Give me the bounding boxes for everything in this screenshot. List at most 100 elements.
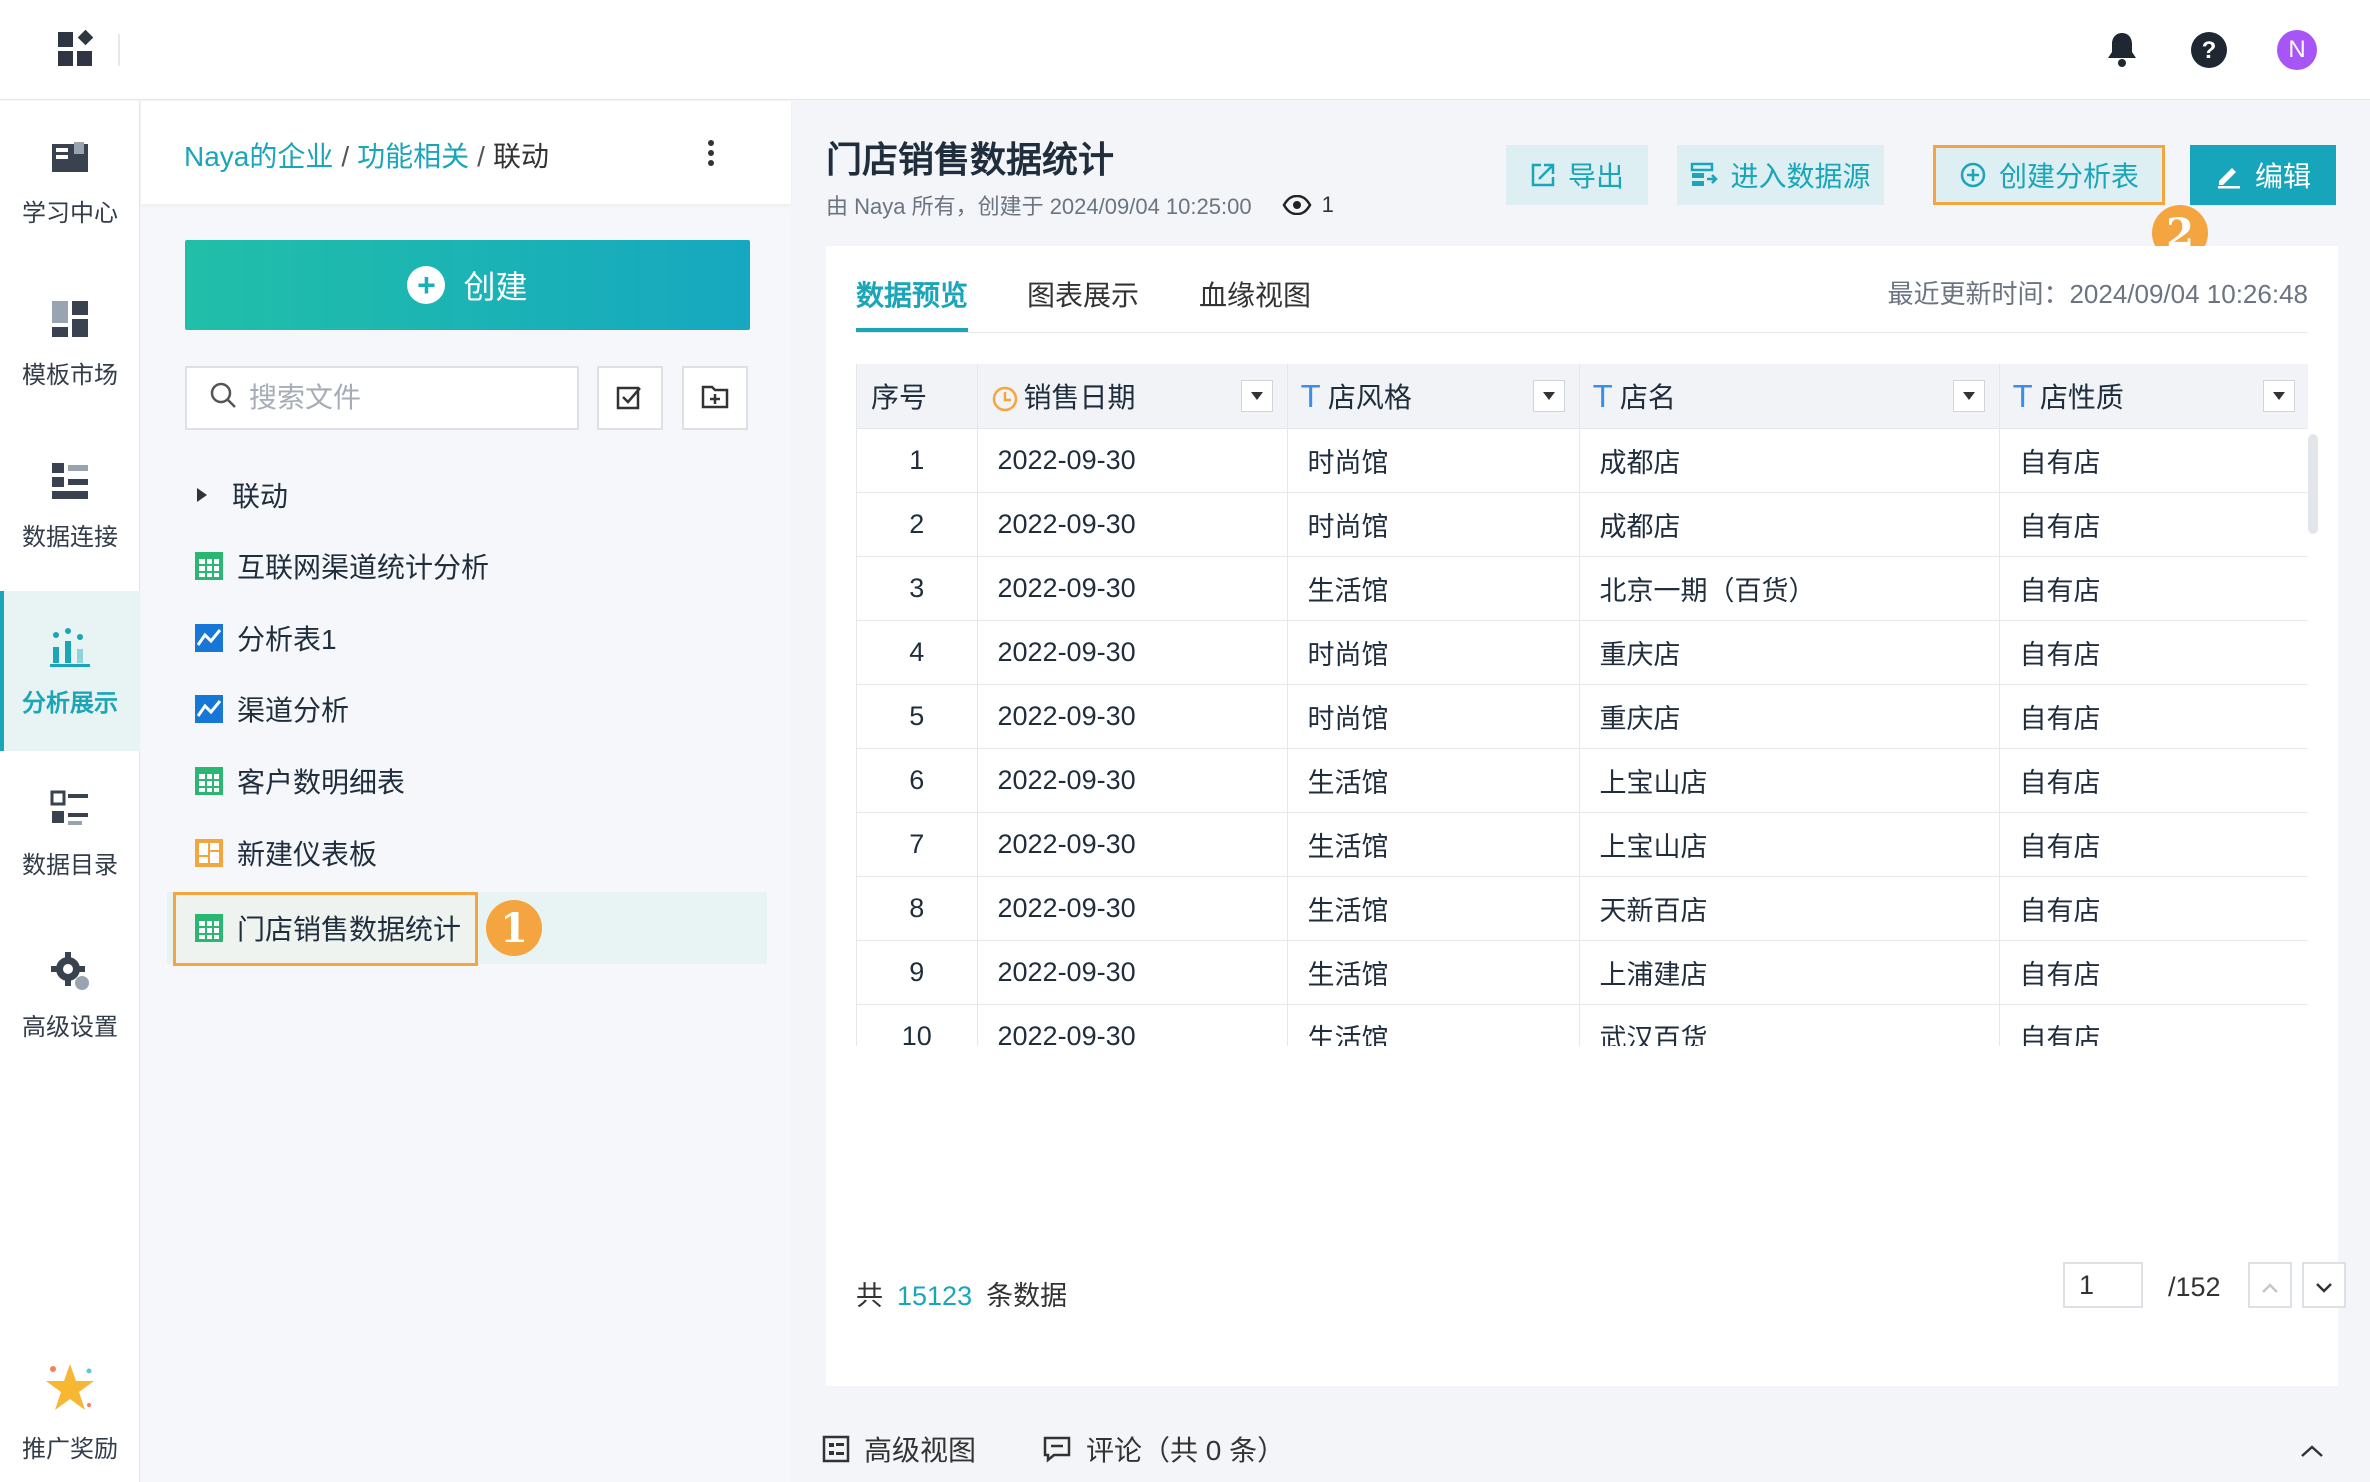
tree-item[interactable]: 渠道分析 — [141, 677, 791, 741]
nav-promotion-rewards[interactable]: 推广奖励 — [0, 1337, 140, 1482]
page-down-button[interactable] — [2302, 1262, 2346, 1308]
table-cell: 3 — [857, 556, 978, 621]
page-number-input[interactable] — [2063, 1262, 2143, 1308]
breadcrumb-org-link[interactable]: Naya的企业 — [184, 141, 333, 172]
nav-template-market[interactable]: 模板市场 — [0, 263, 140, 423]
table-row[interactable]: 10 2022-09-30 生活馆 武汉百货 自有店 — [857, 1004, 2308, 1046]
table-icon — [193, 765, 225, 797]
tab-data-preview[interactable]: 数据预览 — [856, 274, 968, 314]
caret-down-icon[interactable] — [1240, 380, 1273, 412]
eye-icon — [1282, 195, 1312, 215]
table-cell: 时尚馆 — [1287, 428, 1580, 493]
enter-datasource-button[interactable]: 进入数据源 — [1677, 145, 1884, 205]
chevron-up-icon — [2300, 1433, 2324, 1465]
nav-analysis-display[interactable]: 分析展示 — [0, 591, 140, 751]
main-content: 门店销售数据统计 由 Naya 所有，创建于 2024/09/04 10:25:… — [792, 101, 2370, 1482]
table-cell: 自有店 — [1999, 940, 2308, 1005]
advanced-view-icon — [822, 1435, 850, 1463]
help-icon[interactable]: ? — [2187, 28, 2231, 72]
vertical-scrollbar[interactable] — [2308, 434, 2318, 534]
tab-chart-display[interactable]: 图表展示 — [1027, 274, 1139, 314]
table-row[interactable]: 5 2022-09-30 时尚馆 重庆店 自有店 — [857, 684, 2308, 749]
table-cell: 生活馆 — [1287, 876, 1580, 941]
nav-advanced-settings[interactable]: 高级设置 — [0, 915, 140, 1075]
advanced-view-button[interactable]: 高级视图 — [822, 1429, 976, 1469]
create-button[interactable]: + 创建 — [185, 240, 750, 330]
nav-data-connection[interactable]: 数据连接 — [0, 425, 140, 585]
batch-select-button[interactable] — [597, 366, 663, 430]
table-cell: 自有店 — [1999, 1004, 2308, 1046]
text-type-icon: T — [2013, 379, 2032, 415]
table-row[interactable]: 9 2022-09-30 生活馆 上浦建店 自有店 — [857, 940, 2308, 1005]
tree-item[interactable]: 新建仪表板 — [141, 821, 791, 885]
dashboard-icon — [193, 837, 225, 869]
line-chart-icon — [193, 693, 225, 725]
tree-item-selected[interactable]: 门店销售数据统计 — [141, 896, 791, 960]
date-type-icon — [992, 386, 1018, 412]
page-total: /152 — [2168, 1272, 2221, 1302]
caret-down-icon[interactable] — [1952, 380, 1985, 412]
caret-down-icon[interactable] — [1532, 380, 1565, 412]
caret-down-icon[interactable] — [2262, 380, 2295, 412]
table-cell: 2022-09-30 — [977, 876, 1288, 941]
table-row[interactable]: 3 2022-09-30 生活馆 北京一期（百货） 自有店 — [857, 556, 2308, 621]
data-table: 序号 销售日期 T 店风格 T 店名 T 店性质 1 2022-09-30 时尚… — [857, 364, 2308, 1046]
last-updated-text: 最近更新时间：2024/09/04 10:26:48 — [1887, 279, 2308, 309]
catalog-icon — [48, 787, 92, 831]
table-cell: 成都店 — [1579, 492, 2000, 557]
comment-icon — [1042, 1435, 1072, 1463]
chevron-down-icon — [2315, 1270, 2333, 1301]
table-row[interactable]: 8 2022-09-30 生活馆 天新百店 自有店 — [857, 876, 2308, 941]
export-button[interactable]: 导出 — [1506, 145, 1648, 205]
table-row[interactable]: 7 2022-09-30 生活馆 上宝山店 自有店 — [857, 812, 2308, 877]
collapse-button[interactable] — [2300, 1433, 2324, 1465]
tree-item[interactable]: 互联网渠道统计分析 — [141, 534, 791, 598]
table-row[interactable]: 1 2022-09-30 时尚馆 成都店 自有店 — [857, 428, 2308, 493]
table-cell: 2022-09-30 — [977, 492, 1288, 557]
tree-item[interactable]: 客户数明细表 — [141, 749, 791, 813]
table-cell: 2022-09-30 — [977, 556, 1288, 621]
app-grid-icon[interactable] — [56, 29, 96, 70]
data-table-container[interactable]: 序号 销售日期 T 店风格 T 店名 T 店性质 1 2022-09-30 时尚… — [856, 364, 2308, 1046]
new-folder-button[interactable] — [682, 366, 748, 430]
table-cell: 生活馆 — [1287, 940, 1580, 1005]
breadcrumb-folder-link[interactable]: 功能相关 — [357, 141, 469, 172]
comments-button[interactable]: 评论（共 0 条） — [1042, 1429, 1285, 1469]
create-analysis-button[interactable]: 创建分析表 — [1933, 145, 2165, 205]
breadcrumb-current: 联动 — [492, 141, 549, 172]
nav-learning-center[interactable]: 学习中心 — [0, 101, 140, 261]
table-row[interactable]: 2 2022-09-30 时尚馆 成都店 自有店 — [857, 492, 2308, 557]
header-cell: T 店风格 — [1287, 364, 1580, 429]
page-up-button[interactable] — [2248, 1262, 2292, 1308]
tree-folder-item[interactable]: 联动 — [141, 463, 791, 527]
header-cell: T 店性质 — [1999, 364, 2308, 429]
table-cell: 上宝山店 — [1579, 812, 2000, 877]
more-vertical-icon[interactable] — [696, 135, 726, 171]
bottom-bar: 高级视图 评论（共 0 条） — [792, 1416, 2370, 1482]
table-row[interactable]: 4 2022-09-30 时尚馆 重庆店 自有店 — [857, 620, 2308, 685]
file-panel-header: Naya的企业 / 功能相关 / 联动 — [141, 101, 791, 204]
tab-divider — [856, 332, 2308, 333]
table-cell: 4 — [857, 620, 978, 685]
table-row[interactable]: 6 2022-09-30 生活馆 上宝山店 自有店 — [857, 748, 2308, 813]
table-cell: 重庆店 — [1579, 684, 2000, 749]
avatar[interactable]: N — [2277, 30, 2317, 70]
table-cell: 自有店 — [1999, 876, 2308, 941]
table-cell: 自有店 — [1999, 812, 2308, 877]
table-cell: 时尚馆 — [1287, 492, 1580, 557]
table-cell: 时尚馆 — [1287, 684, 1580, 749]
tab-lineage-view[interactable]: 血缘视图 — [1199, 274, 1311, 314]
nav-data-catalog[interactable]: 数据目录 — [0, 753, 140, 913]
tree-item[interactable]: 分析表1 — [141, 606, 791, 670]
page-meta: 由 Naya 所有，创建于 2024/09/04 10:25:00 1 — [826, 189, 1334, 221]
breadcrumb: Naya的企业 / 功能相关 / 联动 — [184, 135, 549, 175]
table-cell: 2022-09-30 — [977, 684, 1288, 749]
table-cell: 武汉百货 — [1579, 1004, 2000, 1046]
data-card: 数据预览 图表展示 血缘视图 最近更新时间：2024/09/04 10:26:4… — [826, 246, 2346, 1386]
folder-add-icon — [700, 381, 730, 416]
table-cell: 10 — [857, 1004, 978, 1046]
divider — [118, 34, 120, 66]
bell-icon[interactable] — [2100, 28, 2144, 72]
search-input[interactable] — [249, 382, 549, 414]
edit-button[interactable]: 编辑 — [2190, 145, 2336, 205]
